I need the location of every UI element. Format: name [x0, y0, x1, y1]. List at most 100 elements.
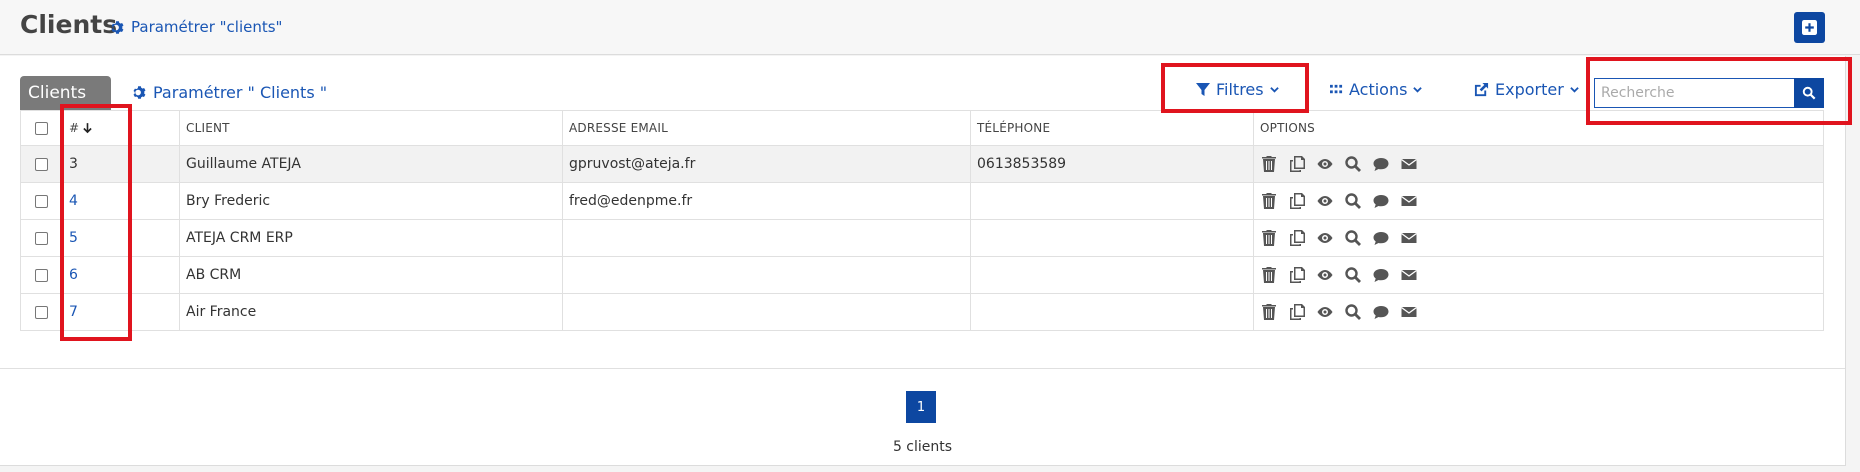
export-label: Exporter — [1495, 80, 1564, 99]
eye-icon[interactable] — [1316, 192, 1334, 210]
options-cell — [1253, 219, 1824, 257]
search-input[interactable] — [1594, 78, 1794, 108]
options-cell — [1253, 293, 1824, 331]
search-icon[interactable] — [1344, 155, 1362, 173]
email-cell — [562, 219, 971, 257]
row-options — [1260, 229, 1817, 247]
external-link-icon — [1474, 82, 1489, 97]
comment-icon[interactable] — [1372, 192, 1390, 210]
trash-icon[interactable] — [1260, 192, 1278, 210]
search-icon[interactable] — [1344, 229, 1362, 247]
tab-clients[interactable]: Clients — [20, 76, 111, 110]
search-icon[interactable] — [1344, 266, 1362, 284]
column-header-id-label: # — [69, 121, 80, 135]
envelope-icon[interactable] — [1400, 266, 1418, 284]
row-id-link[interactable]: 4 — [69, 193, 78, 209]
table-row[interactable]: 7 Air France — [20, 293, 1824, 331]
table-row[interactable]: 3 Guillaume ATEJA gpruvost@ateja.fr 0613… — [20, 145, 1824, 183]
clients-table: # CLIENT ADRESSE EMAIL TÉLÉPHONE OPTIONS… — [20, 110, 1824, 331]
phone-cell — [970, 182, 1254, 220]
phone-cell: 0613853589 — [970, 145, 1254, 183]
comment-icon[interactable] — [1372, 303, 1390, 321]
copy-icon[interactable] — [1288, 155, 1306, 173]
options-cell — [1253, 182, 1824, 220]
select-all-checkbox[interactable] — [35, 122, 48, 135]
search-icon[interactable] — [1344, 303, 1362, 321]
column-header-phone[interactable]: TÉLÉPHONE — [970, 110, 1254, 146]
sort-down-arrow-icon — [83, 123, 92, 134]
id-cell: 6 — [62, 256, 180, 294]
trash-icon[interactable] — [1260, 229, 1278, 247]
row-checkbox[interactable] — [35, 194, 48, 208]
row-id-link[interactable]: 7 — [69, 304, 78, 320]
configure-clients-label: Paramétrer "clients" — [131, 18, 283, 36]
add-client-button[interactable] — [1794, 12, 1825, 43]
table-row[interactable]: 6 AB CRM — [20, 256, 1824, 294]
row-select-cell — [20, 293, 63, 331]
row-id-link[interactable]: 5 — [69, 230, 78, 246]
envelope-icon[interactable] — [1400, 303, 1418, 321]
actions-label: Actions — [1349, 80, 1408, 99]
eye-icon[interactable] — [1316, 155, 1334, 173]
filters-label: Filtres — [1216, 80, 1264, 99]
page-1-button[interactable]: 1 — [906, 391, 936, 423]
search-icon — [1802, 86, 1816, 100]
id-cell: 7 — [62, 293, 180, 331]
row-checkbox[interactable] — [35, 268, 48, 282]
chevron-down-icon — [1570, 87, 1579, 93]
row-select-cell — [20, 145, 63, 183]
configure-clients-link[interactable]: Paramétrer "clients" — [110, 18, 282, 36]
copy-icon[interactable] — [1288, 229, 1306, 247]
search-button[interactable] — [1794, 78, 1824, 108]
copy-icon[interactable] — [1288, 303, 1306, 321]
comment-icon[interactable] — [1372, 229, 1390, 247]
configure-list-label: Paramétrer " Clients " — [153, 83, 328, 102]
row-checkbox[interactable] — [35, 157, 48, 171]
table-row[interactable]: 4 Bry Frederic fred@edenpme.fr — [20, 182, 1824, 220]
table-row[interactable]: 5 ATEJA CRM ERP — [20, 219, 1824, 257]
column-header-options: OPTIONS — [1253, 110, 1824, 146]
envelope-icon[interactable] — [1400, 229, 1418, 247]
copy-icon[interactable] — [1288, 192, 1306, 210]
export-button[interactable]: Exporter — [1474, 80, 1579, 99]
page-header: Clients Paramétrer "clients" — [0, 0, 1860, 55]
eye-icon[interactable] — [1316, 303, 1334, 321]
column-header-email[interactable]: ADRESSE EMAIL — [562, 110, 971, 146]
comment-icon[interactable] — [1372, 266, 1390, 284]
envelope-icon[interactable] — [1400, 192, 1418, 210]
configure-list-link[interactable]: Paramétrer " Clients " — [132, 83, 327, 102]
row-checkbox[interactable] — [35, 305, 48, 319]
search-icon[interactable] — [1344, 192, 1362, 210]
pagination: 1 5 clients — [0, 368, 1845, 464]
row-checkbox[interactable] — [35, 231, 48, 245]
row-select-cell — [20, 182, 63, 220]
comment-icon[interactable] — [1372, 155, 1390, 173]
actions-button[interactable]: Actions — [1330, 80, 1423, 99]
filters-button[interactable]: Filtres — [1196, 80, 1279, 99]
eye-icon[interactable] — [1316, 266, 1334, 284]
client-cell: Guillaume ATEJA — [179, 145, 563, 183]
trash-icon[interactable] — [1260, 155, 1278, 173]
options-cell — [1253, 256, 1824, 294]
email-cell: fred@edenpme.fr — [562, 182, 971, 220]
row-select-cell — [20, 219, 63, 257]
phone-cell — [970, 293, 1254, 331]
column-header-id[interactable]: # — [62, 110, 180, 146]
id-cell: 4 — [62, 182, 180, 220]
column-header-client[interactable]: CLIENT — [179, 110, 563, 146]
row-select-cell — [20, 256, 63, 294]
envelope-icon[interactable] — [1400, 155, 1418, 173]
row-id-link[interactable]: 6 — [69, 267, 78, 283]
row-options — [1260, 155, 1817, 173]
client-cell: Bry Frederic — [179, 182, 563, 220]
eye-icon[interactable] — [1316, 229, 1334, 247]
trash-icon[interactable] — [1260, 266, 1278, 284]
copy-icon[interactable] — [1288, 266, 1306, 284]
select-all-cell — [20, 110, 63, 146]
clients-panel: Clients Paramétrer " Clients " Filtres A… — [0, 56, 1846, 466]
trash-icon[interactable] — [1260, 303, 1278, 321]
gear-icon — [111, 20, 124, 34]
plus-square-icon — [1802, 20, 1817, 35]
phone-cell — [970, 219, 1254, 257]
chevron-down-icon — [1413, 87, 1423, 93]
